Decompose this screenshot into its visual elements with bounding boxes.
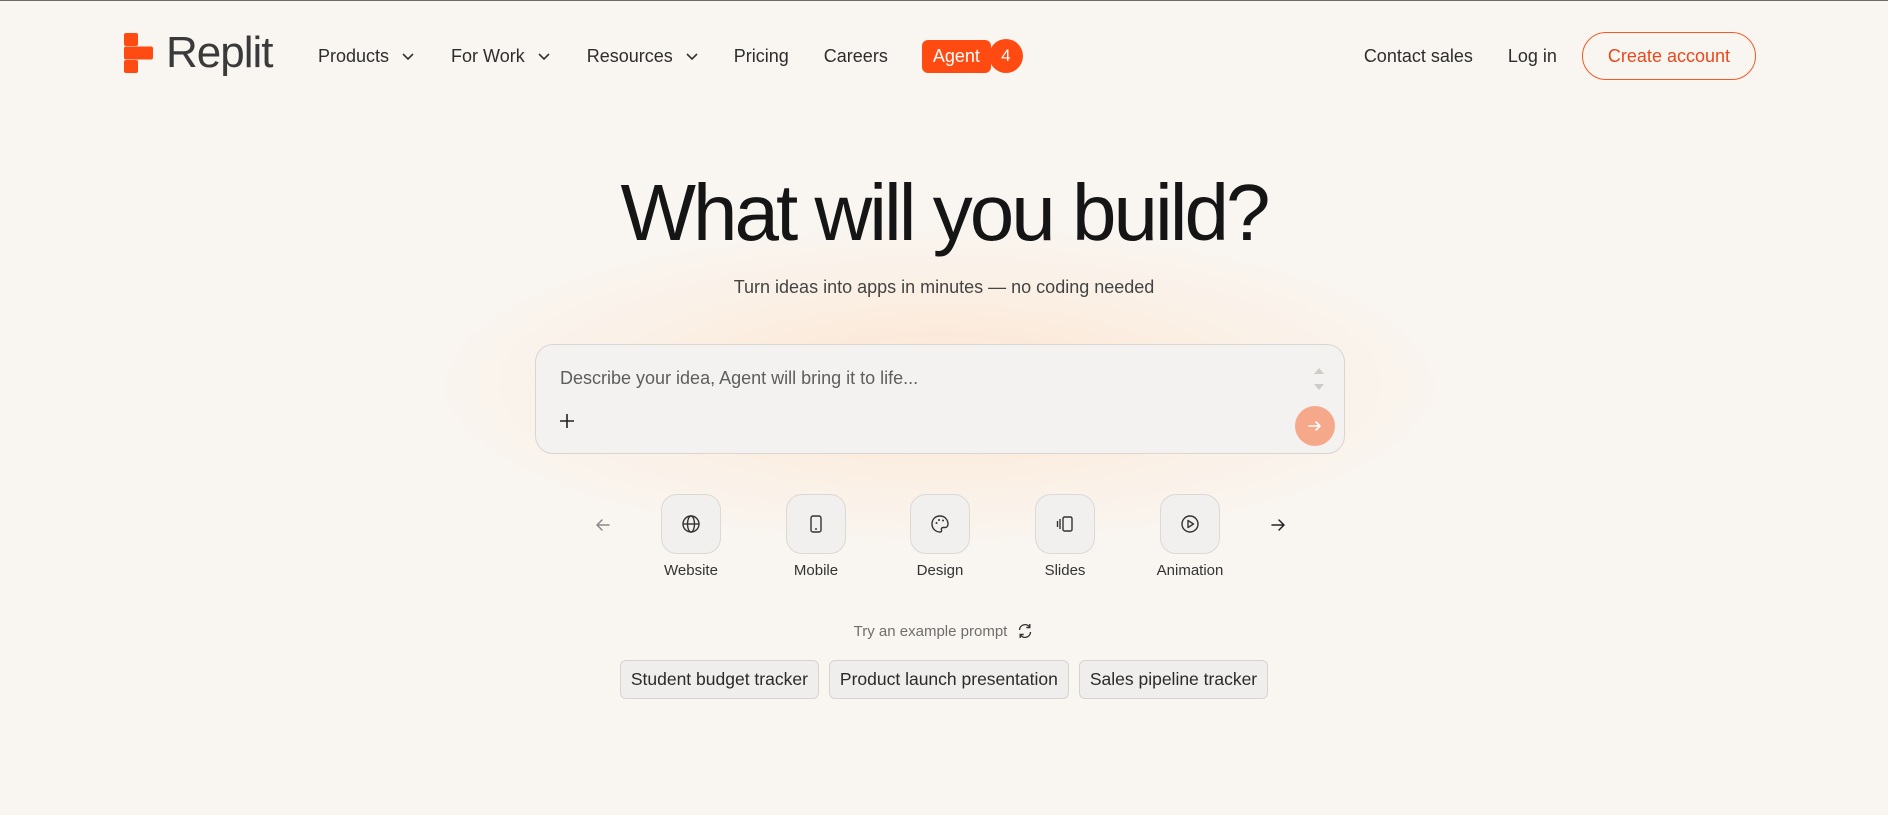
refresh-icon[interactable] (1016, 622, 1034, 640)
create-account-button[interactable]: Create account (1581, 32, 1756, 80)
agent-nav-button[interactable]: Agent 4 (921, 39, 1023, 73)
nav-item-resources[interactable]: Resources (587, 46, 699, 67)
category-website[interactable]: Website (631, 494, 751, 579)
chevron-down-icon (538, 53, 550, 61)
phone-icon (786, 494, 846, 554)
arrow-left-icon[interactable] (593, 515, 613, 535)
category-label: Mobile (793, 562, 839, 579)
logo-wordmark: Replit (166, 28, 273, 77)
agent-label: Agent (921, 39, 991, 73)
arrow-right-icon (1308, 421, 1321, 431)
category-label: Website (664, 562, 718, 579)
main-nav: Products For Work Resources Pricing Care… (318, 38, 1023, 74)
contact-sales-link[interactable]: Contact sales (1364, 46, 1473, 67)
scroll-arrows-icon[interactable] (1312, 363, 1326, 395)
replit-logo[interactable]: Replit (124, 30, 273, 76)
prompt-box (535, 344, 1345, 454)
example-prompt-label: Try an example prompt (0, 622, 1888, 640)
top-navigation: Replit Products For Work Resources Prici… (0, 0, 1888, 112)
submit-prompt-button[interactable] (1295, 406, 1335, 446)
nav-item-for-work[interactable]: For Work (451, 46, 551, 67)
nav-item-label: For Work (451, 45, 525, 66)
example-chip-student-budget-tracker[interactable]: Student budget tracker (619, 660, 819, 699)
category-label: Design (916, 562, 964, 579)
example-prompts: Student budget tracker Product launch pr… (0, 660, 1888, 699)
example-chip-sales-pipeline-tracker[interactable]: Sales pipeline tracker (1078, 660, 1269, 699)
example-chip-product-launch-presentation[interactable]: Product launch presentation (828, 660, 1069, 699)
category-design[interactable]: Design (880, 494, 1000, 579)
prompt-input[interactable] (558, 367, 1282, 390)
log-in-link[interactable]: Log in (1508, 46, 1557, 67)
palette-icon (910, 494, 970, 554)
chevron-down-icon (402, 53, 414, 61)
category-label: Animation (1156, 562, 1224, 579)
hero-subtitle: Turn ideas into apps in minutes — no cod… (733, 277, 1155, 297)
nav-actions: Contact sales Log in Create account (1364, 31, 1756, 81)
chevron-down-icon (686, 53, 698, 61)
hero-title: What will you build? (620, 168, 1271, 257)
example-label-text: Try an example prompt (853, 622, 1008, 640)
globe-icon (661, 494, 721, 554)
category-slides[interactable]: Slides (1005, 494, 1125, 579)
nav-item-careers[interactable]: Careers (824, 46, 888, 67)
nav-item-label: Pricing (733, 45, 789, 66)
replit-logo-icon (124, 33, 153, 73)
nav-item-label: Careers (823, 45, 888, 66)
arrow-right-icon[interactable] (1268, 515, 1288, 535)
play-circle-icon (1160, 494, 1220, 554)
nav-item-pricing[interactable]: Pricing (734, 46, 789, 67)
category-animation[interactable]: Animation (1130, 494, 1250, 579)
nav-item-label: Products (318, 45, 390, 66)
nav-item-label: Resources (586, 45, 673, 66)
plus-icon[interactable] (558, 412, 576, 430)
slides-icon (1035, 494, 1095, 554)
category-label: Slides (1044, 562, 1086, 579)
agent-badge: 4 (988, 39, 1023, 73)
nav-item-products[interactable]: Products (318, 46, 415, 67)
category-mobile[interactable]: Mobile (756, 494, 876, 579)
